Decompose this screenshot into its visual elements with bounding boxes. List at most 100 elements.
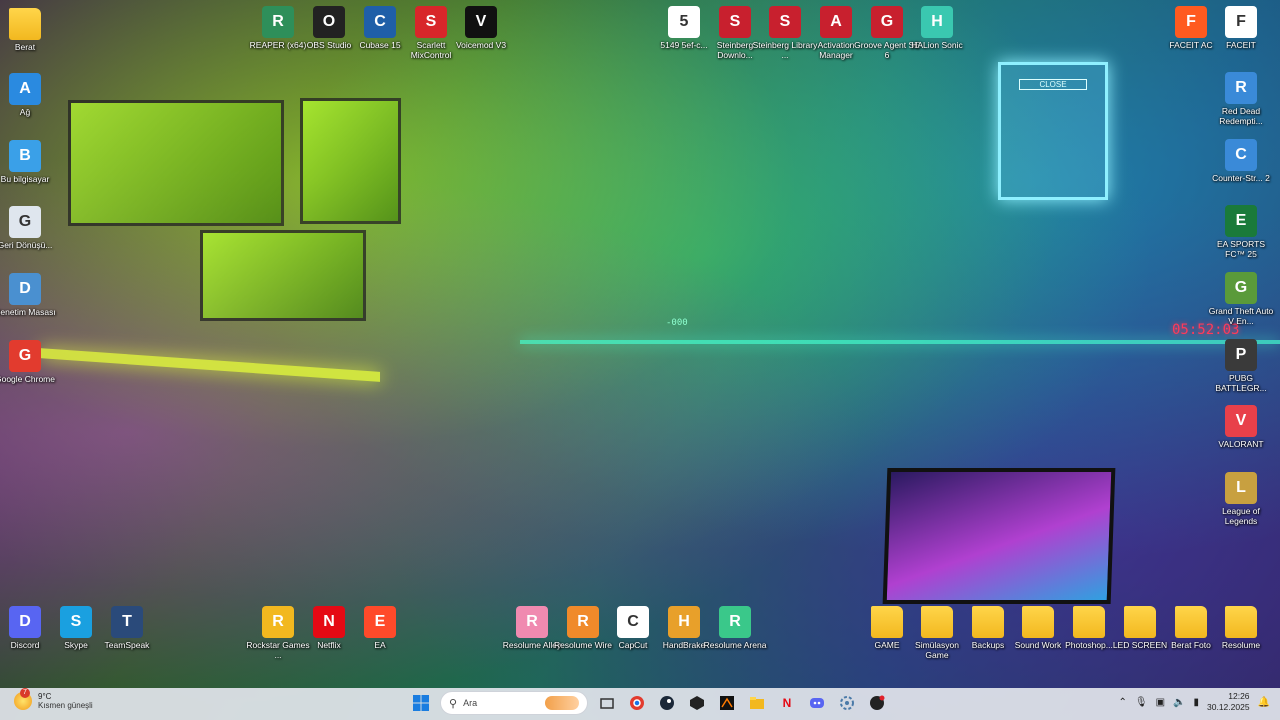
steinberg-download-icon: S — [719, 6, 751, 38]
desktop[interactable]: Berat A Ağ B Bu bilgisayar G Geri Dönüşü... D De… — [0, 0, 1280, 688]
folder-icon — [1124, 606, 1156, 638]
pubg-icon: P — [1225, 339, 1257, 371]
desktop-icon-label: Resolume Arena — [703, 640, 767, 650]
desktop-icon-right-column[interactable]: E EA SPORTS FC™ 25 — [1207, 205, 1275, 259]
desktop-icon-bottom-center[interactable]: R Resolume Arena — [701, 606, 769, 650]
start-icon[interactable] — [410, 692, 432, 714]
taskbar: 7 9°C Kısmen güneşli ⚲ Ara N ⌃ 🎙 ▣ 🔈 ▮ 1… — [0, 688, 1280, 720]
desktop-icon-right-column[interactable]: P PUBG BATTLEGR... — [1207, 339, 1275, 393]
desktop-icon-right-column[interactable]: R Red Dead Redempti... — [1207, 72, 1275, 126]
discord-icon[interactable] — [806, 692, 828, 714]
folder-icon — [1175, 606, 1207, 638]
desktop-icon-label: Red Dead Redempti... — [1219, 106, 1263, 126]
network-icon: A — [9, 73, 41, 105]
premiere-icon[interactable] — [716, 692, 738, 714]
notification-icon[interactable]: 🔔 — [1258, 697, 1270, 708]
faceit-file-icon: F — [1225, 6, 1257, 38]
microphone-icon[interactable]: 🎙 — [1135, 697, 1148, 708]
search-icon: ⚲ — [449, 697, 458, 710]
control-panel-icon: D — [9, 273, 41, 305]
desktop-icon-label: League of Legends — [1222, 506, 1260, 526]
activation-manager-icon: A — [820, 6, 852, 38]
reaper-icon: R — [262, 6, 294, 38]
folder-icon — [1073, 606, 1105, 638]
desktop-icon-label: Grand Theft Auto V En... — [1208, 306, 1274, 326]
desktop-icon-left-column[interactable]: A Ağ — [0, 73, 59, 117]
desktop-icon-label: EA SPORTS FC™ 25 — [1216, 239, 1266, 259]
netflix-icon[interactable]: N — [776, 692, 798, 714]
scarlett-icon: S — [415, 6, 447, 38]
obs-icon: O — [313, 6, 345, 38]
desktop-icon-label: Counter-Str... 2 — [1212, 173, 1270, 183]
web-shortcut-icon: R — [1225, 72, 1257, 104]
folder-icon — [1022, 606, 1054, 638]
file-explorer-icon[interactable] — [746, 692, 768, 714]
weather-badge: 7 — [20, 688, 30, 698]
desktop-icon-right-column[interactable]: L League of Legends — [1207, 472, 1275, 526]
ea-fc-icon: E — [1225, 205, 1257, 237]
system-tray: ⌃ 🎙 ▣ 🔈 ▮ 12:26 30.12.2025 🔔 — [1118, 691, 1270, 713]
ea-icon: E — [364, 606, 396, 638]
steinberg-library-icon: S — [769, 6, 801, 38]
desktop-icon-label: Bu bilgisayar — [0, 174, 50, 184]
desktop-icon-label: TeamSpeak — [104, 640, 150, 650]
desktop-icon-label: Ağ — [19, 107, 31, 117]
weather-sun-icon: 7 — [14, 688, 32, 710]
desktop-icon-bottom-left[interactable]: T TeamSpeak — [93, 606, 161, 650]
display-icon[interactable]: ▣ — [1156, 697, 1165, 708]
steam-icon[interactable] — [656, 692, 678, 714]
computer-icon: B — [9, 140, 41, 172]
folder-icon — [9, 8, 41, 40]
desktop-icon-far-right-top[interactable]: F FACEIT — [1207, 6, 1275, 50]
faceit-ac-icon: F — [1175, 6, 1207, 38]
chrome-icon[interactable] — [626, 692, 648, 714]
clock-date: 30.12.2025 — [1207, 702, 1250, 712]
taskbar-search[interactable]: ⚲ Ara — [440, 691, 588, 715]
desktop-icon-label: Google Chrome — [0, 374, 55, 384]
desktop-icon-top-row[interactable]: V Voicemod V3 — [447, 6, 515, 50]
weather-description: Kısmen güneşli — [38, 701, 93, 710]
resolume-arena-icon: R — [719, 606, 751, 638]
chevron-up-icon[interactable]: ⌃ — [1118, 697, 1126, 708]
folder-icon — [921, 606, 953, 638]
desktop-icon-bottom-folders[interactable]: Resolume — [1207, 606, 1275, 650]
lol-icon: L — [1225, 472, 1257, 504]
desktop-icon-bottom-mid[interactable]: E EA — [346, 606, 414, 650]
desktop-icon-right-column[interactable]: C Counter-Str... 2 — [1207, 139, 1275, 183]
settings-icon[interactable] — [836, 692, 858, 714]
search-highlight-icon — [545, 696, 579, 710]
groove-agent-icon: G — [871, 6, 903, 38]
desktop-icon-left-column[interactable]: G Geri Dönüşü... — [0, 206, 59, 250]
web-shortcut-icon: C — [1225, 139, 1257, 171]
netflix-icon: N — [313, 606, 345, 638]
discord-icon: D — [9, 606, 41, 638]
gta-icon: G — [1225, 272, 1257, 304]
desktop-icon-right-column[interactable]: G Grand Theft Auto V En... — [1207, 272, 1275, 326]
desktop-icon-left-column[interactable]: G Google Chrome — [0, 340, 59, 384]
task-view-icon[interactable] — [596, 692, 618, 714]
obs-icon[interactable] — [866, 692, 888, 714]
search-placeholder: Ara — [463, 698, 478, 708]
taskbar-apps: ⚲ Ara N — [410, 691, 888, 715]
desktop-icon-top-right-row[interactable]: H HALion Sonic — [903, 6, 971, 50]
unity-icon[interactable] — [686, 692, 708, 714]
folder-icon — [972, 606, 1004, 638]
desktop-icon-label: Berat — [14, 42, 36, 52]
voicemod-icon: V — [465, 6, 497, 38]
battery-icon[interactable]: ▮ — [1193, 697, 1199, 708]
desktop-icon-right-column[interactable]: V VALORANT — [1207, 405, 1275, 449]
clock-time: 12:26 — [1228, 691, 1250, 701]
chrome-icon: G — [9, 340, 41, 372]
taskbar-clock[interactable]: 12:26 30.12.2025 — [1207, 691, 1250, 713]
resolume-alley-icon: R — [516, 606, 548, 638]
weather-widget[interactable]: 7 9°C Kısmen güneşli — [14, 688, 93, 710]
desktop-icon-left-column[interactable]: D Denetim Masası — [0, 273, 59, 317]
resolume-wire-icon: R — [567, 606, 599, 638]
desktop-icon-left-column[interactable]: Berat — [0, 8, 59, 52]
desktop-icon-label: Voicemod V3 — [455, 40, 507, 50]
valorant-icon: V — [1225, 405, 1257, 437]
skype-icon: S — [60, 606, 92, 638]
desktop-icon-left-column[interactable]: B Bu bilgisayar — [0, 140, 59, 184]
weather-temperature: 9°C — [38, 692, 52, 701]
volume-icon[interactable]: 🔈 — [1173, 697, 1185, 708]
